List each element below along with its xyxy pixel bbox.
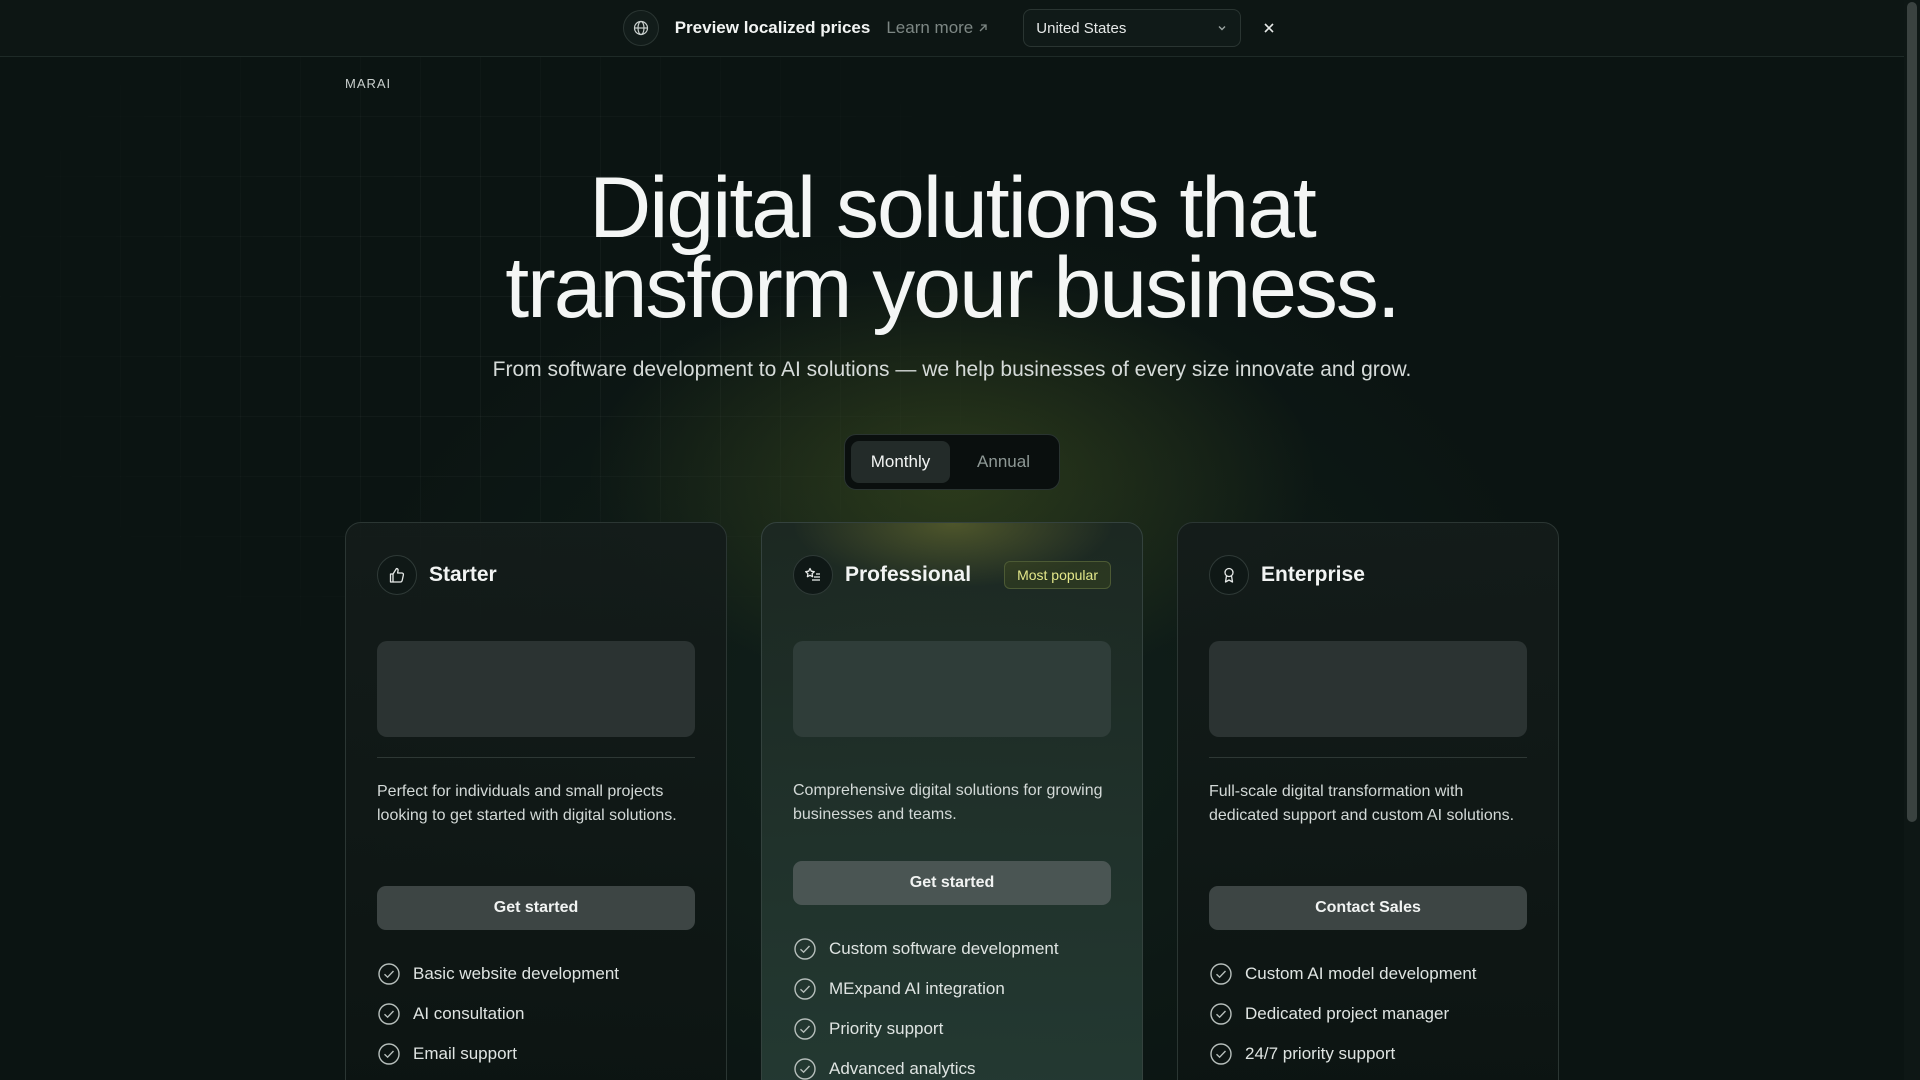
feature-item: Priority support (793, 1009, 1111, 1049)
plan-description: Perfect for individuals and small projec… (377, 783, 677, 824)
get-started-button[interactable]: Get started (377, 886, 695, 930)
close-banner-button[interactable] (1257, 16, 1281, 40)
plan-description: Comprehensive digital solutions for grow… (793, 782, 1103, 823)
check-circle-icon (1210, 1003, 1232, 1025)
feature-item: Advanced analytics (793, 1049, 1111, 1080)
scrollbar[interactable] (1904, 0, 1920, 1080)
toggle-annual[interactable]: Annual (954, 441, 1053, 483)
price-placeholder (1209, 641, 1527, 737)
plan-card-professional: Professional Most popular Comprehensive … (761, 522, 1143, 1080)
close-icon (1264, 23, 1274, 33)
chevron-down-icon (1218, 26, 1226, 31)
price-placeholder (793, 641, 1111, 737)
check-circle-icon (794, 1018, 816, 1040)
feature-label: Email support (413, 1044, 517, 1063)
check-circle-icon (794, 978, 816, 1000)
check-circle-icon (794, 1058, 816, 1080)
feature-item: Basic website development (377, 954, 695, 994)
feature-label: AI consultation (413, 1004, 525, 1023)
feature-label: Priority support (829, 1019, 944, 1038)
learn-more-label: Learn more (886, 18, 974, 37)
divider (377, 757, 695, 758)
most-popular-badge: Most popular (1004, 561, 1111, 589)
plan-header: Starter (377, 555, 695, 595)
page-title-line-2: transform your business. (505, 240, 1401, 336)
plan-card-starter: Starter Perfect for individuals and smal… (345, 522, 727, 1080)
feature-item: Email support (377, 1034, 695, 1074)
country-select-value: United States (1036, 19, 1127, 37)
contact-sales-button[interactable]: Contact Sales (1209, 886, 1527, 930)
feature-item: Dedicated project manager (1209, 994, 1527, 1034)
plan-header: Professional Most popular (793, 555, 1111, 595)
feature-list: Basic website development AI consultatio… (377, 954, 695, 1074)
learn-more-link[interactable]: Learn more (886, 18, 989, 38)
check-circle-icon (378, 963, 400, 985)
feature-list: Custom AI model development Dedicated pr… (1209, 954, 1527, 1074)
page-title: Digital solutions that transform your bu… (0, 165, 1904, 331)
get-started-button[interactable]: Get started (793, 861, 1111, 905)
feature-label: Dedicated project manager (1245, 1004, 1450, 1023)
feature-label: 24/7 priority support (1245, 1044, 1396, 1063)
billing-period-toggle: Monthly Annual (844, 434, 1060, 490)
feature-label: Advanced analytics (829, 1059, 976, 1078)
check-circle-icon (1210, 1043, 1232, 1065)
plan-name: Enterprise (1261, 563, 1365, 586)
logo[interactable]: MARAI (345, 76, 391, 88)
divider (1209, 757, 1527, 758)
feature-item: 24/7 priority support (1209, 1034, 1527, 1074)
arrow-up-right-icon (979, 24, 987, 32)
plan-card-enterprise: Enterprise Full-scale digital transforma… (1177, 522, 1559, 1080)
feature-item: Custom software development (793, 929, 1111, 969)
star-list-icon (793, 555, 833, 595)
plan-header: Enterprise (1209, 555, 1527, 595)
toggle-monthly[interactable]: Monthly (851, 441, 950, 483)
award-icon (1209, 555, 1249, 595)
feature-label: Basic website development (413, 964, 620, 983)
check-circle-icon (378, 1043, 400, 1065)
feature-label: Custom software development (829, 939, 1059, 958)
page-subtitle: From software development to AI solution… (492, 358, 1412, 381)
feature-list: Custom software development MExpand AI i… (793, 929, 1111, 1080)
localized-prices-banner: Preview localized prices Learn more Unit… (0, 0, 1904, 57)
plan-description: Full-scale digital transformation with d… (1209, 783, 1515, 824)
feature-item: AI consultation (377, 994, 695, 1034)
feature-label: MExpand AI integration (829, 979, 1005, 998)
check-circle-icon (378, 1003, 400, 1025)
check-circle-icon (1210, 963, 1232, 985)
country-select[interactable]: United States (1023, 9, 1242, 47)
feature-item: MExpand AI integration (793, 969, 1111, 1009)
thumbs-up-icon (377, 555, 417, 595)
feature-item: Custom AI model development (1209, 954, 1527, 994)
plan-name: Starter (429, 563, 497, 586)
check-circle-icon (794, 938, 816, 960)
globe-icon (622, 10, 659, 46)
plan-name: Professional (845, 563, 972, 586)
scrollbar-thumb[interactable] (1907, 2, 1917, 822)
banner-title: Preview localized prices (674, 18, 871, 37)
pricing-page: Preview localized prices Learn more Unit… (0, 0, 1920, 1080)
feature-label: Custom AI model development (1245, 964, 1477, 983)
price-placeholder (377, 641, 695, 737)
